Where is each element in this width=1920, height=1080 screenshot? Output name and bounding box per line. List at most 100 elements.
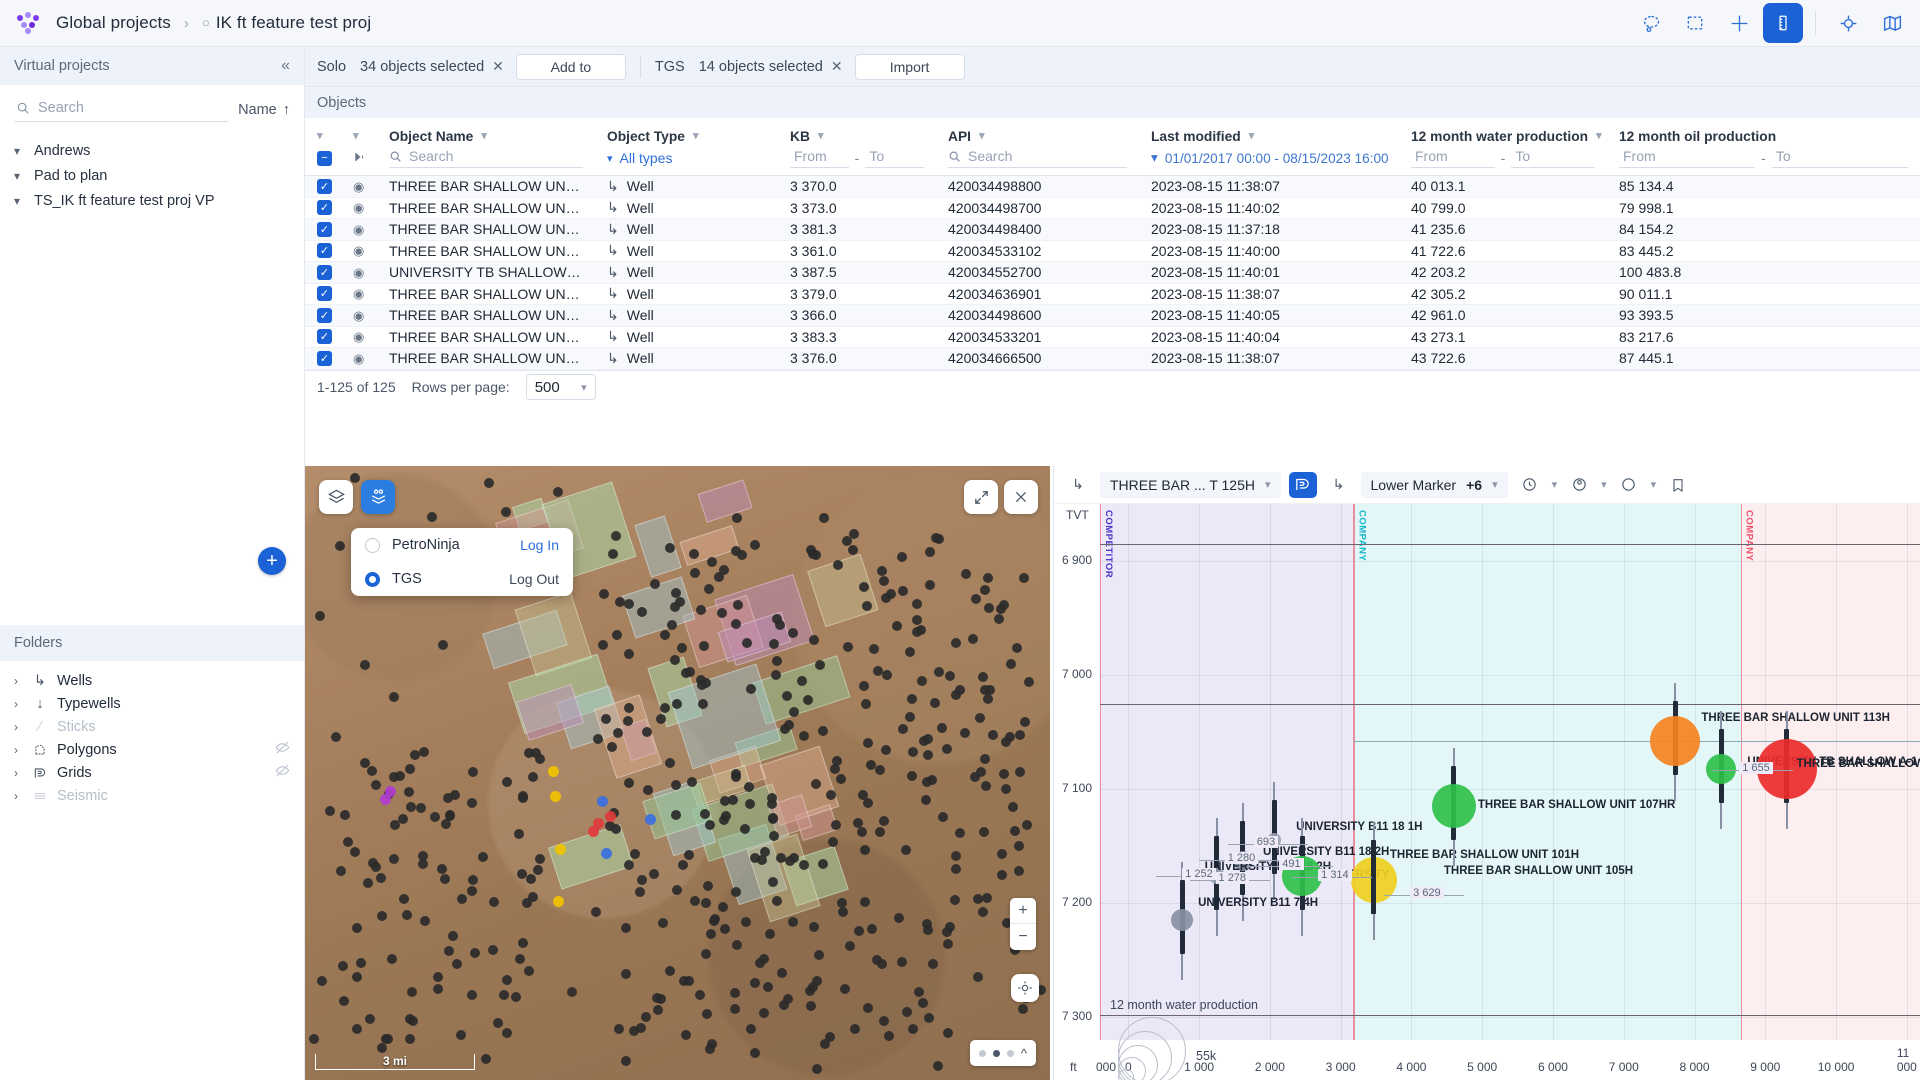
map-well-dot-highlighted[interactable] <box>645 814 656 825</box>
map-well-dot[interactable] <box>672 698 683 709</box>
map-well-dot[interactable] <box>404 786 415 797</box>
map-well-dot[interactable] <box>395 770 406 781</box>
map-well-dot[interactable] <box>768 831 779 841</box>
map-well-dot[interactable] <box>775 853 786 864</box>
map-well-dot[interactable] <box>749 1047 760 1058</box>
map-well-dot[interactable] <box>949 894 960 905</box>
map-well-dot[interactable] <box>621 922 632 933</box>
map-well-dot[interactable] <box>967 633 978 644</box>
map-well-dot[interactable] <box>498 989 509 1000</box>
map-well-dot[interactable] <box>418 850 429 861</box>
cross-section-plot[interactable]: COMPETITORCOMPANYCOMPANYTVT6 9007 0007 1… <box>1054 504 1920 1080</box>
map-well-dot[interactable] <box>1005 658 1016 669</box>
filter-last-modified[interactable]: ▾ 01/01/2017 00:00 - 08/15/2023 16:00 <box>1139 146 1399 176</box>
map-well-dot[interactable] <box>906 771 917 782</box>
map-well-dot[interactable] <box>768 638 779 649</box>
map-well-dot-highlighted[interactable] <box>588 826 599 837</box>
map-well-dot[interactable] <box>853 926 864 937</box>
import-button[interactable]: Import <box>854 53 965 80</box>
map-well-dot[interactable] <box>882 669 893 680</box>
map-well-dot[interactable] <box>784 855 795 866</box>
map-well-dot[interactable] <box>768 813 778 824</box>
map-well-dot-highlighted[interactable] <box>550 791 561 802</box>
map-well-dot[interactable] <box>670 809 681 820</box>
map-well-dot[interactable] <box>1018 572 1029 583</box>
ruler-icon[interactable] <box>1763 3 1803 43</box>
chart-well-bubble[interactable] <box>1431 784 1476 829</box>
map-well-dot[interactable] <box>979 753 990 764</box>
chevron-down-icon[interactable]: ▾ <box>1552 478 1558 491</box>
sort-icon[interactable]: ▾ <box>481 130 487 142</box>
map-well-dot[interactable] <box>745 684 756 695</box>
map-well-dot[interactable] <box>418 747 429 758</box>
map-well-dot[interactable] <box>787 628 798 639</box>
grid-toggle-icon[interactable] <box>1288 471 1317 498</box>
folder-item-sticks[interactable]: › ∕ Sticks <box>0 715 304 738</box>
map-well-dot[interactable] <box>836 773 847 784</box>
map-well-dot[interactable] <box>439 874 450 885</box>
map-well-dot[interactable] <box>483 478 494 489</box>
map-well-dot[interactable] <box>891 620 902 631</box>
oil-to-input[interactable]: To <box>1771 148 1909 168</box>
map-well-dot[interactable] <box>705 928 716 939</box>
map-well-dot[interactable] <box>518 937 529 948</box>
map-well-dot-highlighted[interactable] <box>385 786 396 797</box>
eye-icon[interactable]: ◉ <box>353 351 364 366</box>
map-well-dot[interactable] <box>858 681 869 692</box>
map-well-dot[interactable] <box>501 974 512 985</box>
map-well-dot[interactable] <box>900 844 911 855</box>
map-well-dot-highlighted[interactable] <box>605 811 616 822</box>
map-well-dot[interactable] <box>330 731 341 742</box>
map-well-dot[interactable] <box>832 560 843 571</box>
map-well-dot[interactable] <box>664 757 675 768</box>
table-row[interactable]: ✓ ◉ THREE BAR SHALLOW UNIT 117H ↳ Well 3 366.… <box>305 304 1920 327</box>
map-well-dot[interactable] <box>1015 766 1026 777</box>
row-checkbox-cell[interactable]: ✓ <box>305 326 341 348</box>
map-well-dot[interactable] <box>704 820 715 831</box>
map-well-dot[interactable] <box>826 789 837 800</box>
folder-item-grids[interactable]: › Grids <box>0 761 304 784</box>
sort-icon[interactable]: ▾ <box>353 130 359 142</box>
row-checkbox[interactable]: ✓ <box>317 243 332 259</box>
map-well-dot[interactable] <box>650 578 661 589</box>
page-dot[interactable] <box>978 1049 986 1057</box>
map-well-dot[interactable] <box>636 607 647 618</box>
map-well-dot[interactable] <box>1009 825 1020 836</box>
map-well-dot[interactable] <box>928 958 939 969</box>
eye-icon[interactable]: ◉ <box>353 329 364 344</box>
th-select[interactable]: ▾ <box>305 118 341 146</box>
map-well-dot[interactable] <box>532 865 543 876</box>
map-well-dot[interactable] <box>897 723 908 734</box>
add-button[interactable]: + <box>258 547 286 575</box>
map-close-button[interactable] <box>1004 480 1038 514</box>
th-object-type[interactable]: Object Type ▾ <box>595 118 778 146</box>
chevron-down-icon[interactable]: ▾ <box>1651 478 1657 491</box>
map-well-dot[interactable] <box>1013 841 1024 852</box>
map-well-dot[interactable] <box>622 716 633 727</box>
map-well-dot[interactable] <box>920 794 931 805</box>
map-well-dot[interactable] <box>798 859 809 870</box>
map-well-dot[interactable] <box>415 803 426 814</box>
search-input[interactable]: Search <box>14 97 229 122</box>
breadcrumb-root[interactable]: Global projects <box>56 13 171 33</box>
virtual-project-item[interactable]: ▾ Pad to plan <box>0 163 304 188</box>
breadcrumb-current[interactable]: IK ft feature test proj <box>216 13 371 32</box>
map-well-dot[interactable] <box>1001 736 1012 747</box>
map-well-dot[interactable] <box>614 596 625 607</box>
filter-api[interactable]: Search <box>936 146 1139 176</box>
map-well-dot[interactable] <box>741 637 752 648</box>
eye-icon[interactable]: ◉ <box>353 179 364 194</box>
map-well-dot[interactable] <box>843 641 853 652</box>
chart-well-bubble[interactable] <box>1706 753 1737 784</box>
map-well-dot[interactable] <box>997 869 1008 880</box>
visibility-toggle-cell[interactable] <box>341 146 377 176</box>
marker-selector[interactable]: Lower Marker +6 ▾ <box>1360 471 1508 498</box>
sort-icon[interactable]: ▾ <box>979 130 985 142</box>
map-page-dots[interactable]: ^ <box>969 1040 1036 1066</box>
map-well-dot[interactable] <box>523 965 534 976</box>
map-well-dot[interactable] <box>758 1007 769 1018</box>
map-well-dot[interactable] <box>788 706 799 717</box>
map-well-dot[interactable] <box>445 810 456 821</box>
map-well-dot[interactable] <box>388 691 399 702</box>
map-well-dot[interactable] <box>901 1006 912 1017</box>
